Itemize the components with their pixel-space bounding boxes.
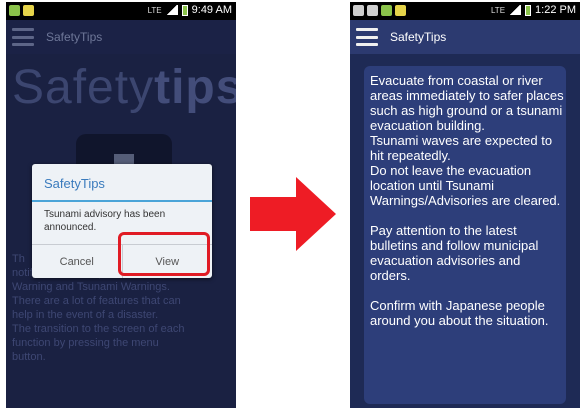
menu-icon[interactable]	[12, 28, 34, 46]
tips-card[interactable]: Evacuate from coastal or river areas imm…	[364, 66, 566, 404]
status-bar: LTE 1:22 PM	[350, 2, 580, 20]
battery-icon	[181, 4, 188, 16]
menu-icon[interactable]	[356, 28, 378, 46]
title-bold: tips	[154, 61, 236, 114]
network-type-label: LTE	[490, 5, 506, 15]
signal-icon	[165, 5, 178, 15]
notification-icon	[381, 5, 392, 16]
app-bar: SafetyTips	[350, 20, 580, 54]
arrow-right-icon	[250, 177, 336, 251]
page-title: Safetytips	[12, 60, 236, 115]
tips-content: Evacuate from coastal or river areas imm…	[350, 54, 580, 408]
view-button-highlight	[118, 232, 210, 276]
app-title: SafetyTips	[390, 30, 447, 44]
app-bar: SafetyTips	[6, 20, 236, 54]
dialog-divider	[32, 200, 212, 202]
right-phone-screen: LTE 1:22 PM SafetyTips Evacuate from coa…	[350, 2, 580, 408]
battery-icon	[525, 4, 532, 16]
cancel-button[interactable]: Cancel	[32, 245, 123, 278]
tip-paragraph: Confirm with Japanese people around you …	[370, 298, 549, 328]
notification-icon	[9, 5, 20, 16]
status-time: 1:22 PM	[535, 4, 576, 16]
dialog-title: SafetyTips	[44, 176, 105, 191]
app-title: SafetyTips	[46, 30, 103, 44]
tips-text: Evacuate from coastal or river areas imm…	[370, 73, 564, 343]
dialog-message: Tsunami advisory has been announced.	[44, 209, 166, 233]
title-light: Safety	[12, 61, 155, 114]
notification-icon	[367, 5, 378, 16]
tip-paragraph: Evacuate from coastal or river areas imm…	[370, 73, 564, 208]
status-time: 9:49 AM	[191, 4, 232, 16]
status-bar: LTE 9:49 AM	[6, 2, 236, 20]
notification-icon	[353, 5, 364, 16]
left-phone-screen: LTE 9:49 AM SafetyTips Safetytips Th not…	[6, 2, 236, 408]
signal-icon	[509, 5, 522, 15]
tip-paragraph: Pay attention to the latest bulletins an…	[370, 223, 539, 283]
notification-icon	[395, 5, 406, 16]
network-type-label: LTE	[147, 5, 162, 15]
notification-icon	[23, 5, 34, 16]
